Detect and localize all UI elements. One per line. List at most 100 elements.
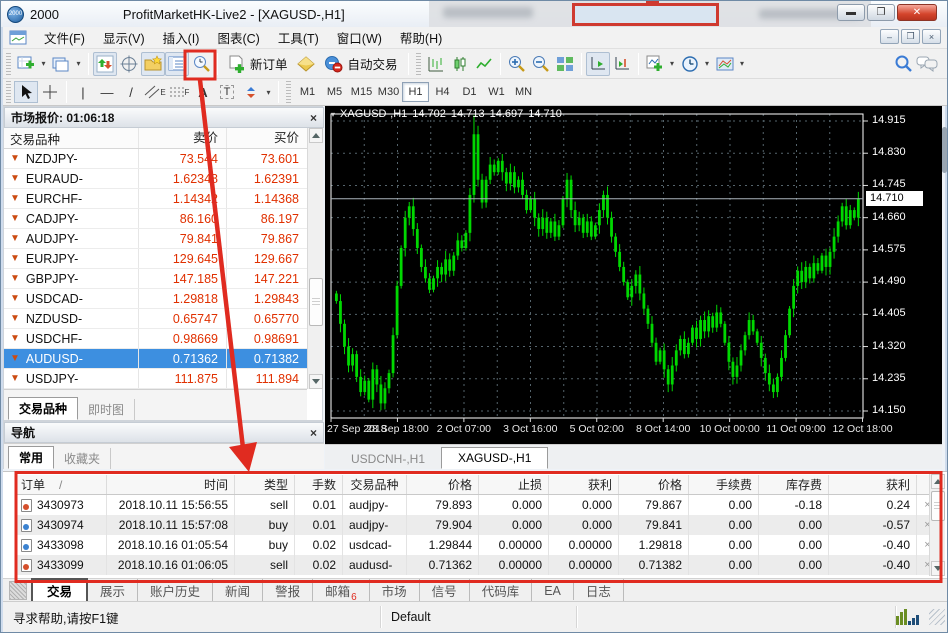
indicators-dropdown-icon[interactable]: ▾ (667, 52, 678, 76)
scroll-up-button[interactable] (931, 474, 945, 489)
line-chart-button[interactable] (472, 52, 496, 76)
time-scale[interactable]: 27 Sep 2018 28 Sep 18:00 2 Oct 07:00 3 Oct … (325, 423, 942, 439)
column-0[interactable]: 订单 / (15, 475, 107, 494)
market-watch-column-header[interactable]: 交易品种 卖价 买价 (4, 128, 307, 149)
timeframe-w1[interactable]: W1 (483, 82, 510, 102)
market-watch-row[interactable]: ▼ CADJPY- 86.160 86.197 (4, 209, 307, 229)
column-4[interactable]: 交易品种 (343, 475, 407, 494)
equidistant-channel-button[interactable]: E (143, 81, 167, 103)
timeframe-h4[interactable]: H4 (429, 82, 456, 102)
zoom-in-button[interactable] (505, 52, 529, 76)
data-window-button[interactable] (117, 52, 141, 76)
menu-item-0[interactable]: 文件(F) (35, 26, 94, 49)
navigator-button[interactable] (141, 51, 165, 76)
candlestick-chart-button[interactable] (448, 52, 472, 76)
autotrade-button[interactable]: 自动交易 (318, 52, 404, 76)
timeframe-m1[interactable]: M1 (294, 82, 321, 102)
terminal-tab-新闻[interactable]: 新闻 (213, 579, 264, 602)
column-1[interactable]: 时间 (107, 475, 235, 494)
terminal-tab-交易[interactable]: 交易 (31, 578, 89, 603)
scroll-down-button[interactable] (309, 374, 323, 389)
market-watch-scrollbar[interactable] (307, 128, 323, 389)
column-11[interactable]: 获利 (829, 475, 917, 494)
market-watch-row[interactable]: ▼ NZDJPY- 73.544 73.601 (4, 149, 307, 169)
scrollbar-thumb[interactable] (309, 278, 323, 326)
market-watch-row[interactable]: ▼ EURCHF- 1.14342 1.14368 (4, 189, 307, 209)
bar-chart-button[interactable] (424, 52, 448, 76)
timeframe-h1[interactable]: H1 (402, 82, 429, 102)
profiles-dropdown-icon[interactable]: ▾ (73, 52, 84, 76)
column-symbol[interactable]: 交易品种 (4, 128, 139, 148)
tab-即时图[interactable]: 即时图 (78, 399, 136, 420)
column-bid[interactable]: 卖价 (139, 128, 227, 148)
terminal-tab-市场[interactable]: 市场 (370, 579, 420, 602)
scrollbar-thumb[interactable] (931, 491, 945, 521)
chart-tab[interactable]: USDCNH-,H1 (335, 449, 441, 469)
navigator-titlebar[interactable]: 导航 × (4, 422, 324, 443)
market-watch-row[interactable]: ▼ EURJPY- 129.645 129.667 (4, 249, 307, 269)
market-watch-row[interactable]: ▼ NZDUSD- 0.65747 0.65770 (4, 309, 307, 329)
vertical-line-button[interactable]: | (71, 81, 95, 103)
new-order-button[interactable]: 新订单 (222, 52, 294, 76)
chart-dropdown-icon[interactable]: ▾ (331, 110, 335, 119)
tile-windows-button[interactable] (553, 52, 577, 76)
order-row[interactable]: 3433099 2018.10.16 01:06:05 sell 0.02 audusd… (15, 555, 939, 575)
child-restore-button[interactable]: ❒ (901, 29, 920, 44)
terminal-tab-日志[interactable]: 日志 (574, 579, 624, 602)
menu-item-3[interactable]: 图表(C) (208, 26, 268, 49)
column-8[interactable]: 价格 (619, 475, 689, 494)
toolbar-grip[interactable] (6, 52, 11, 75)
terminal-tab-账户历史[interactable]: 账户历史 (138, 579, 214, 602)
close-button[interactable]: ✕ (897, 4, 937, 21)
child-close-button[interactable]: × (922, 29, 941, 44)
scroll-up-button[interactable] (309, 128, 323, 143)
chart-scrollbar-thumb[interactable] (942, 127, 947, 173)
column-9[interactable]: 手续费 (689, 475, 759, 494)
terminal-tab-展示[interactable]: 展示 (88, 579, 139, 602)
tab-收藏夹[interactable]: 收藏夹 (54, 448, 112, 469)
strategy-tester-button[interactable] (189, 52, 213, 76)
column-7[interactable]: 获利 (549, 475, 619, 494)
scroll-down-button[interactable] (931, 561, 945, 576)
toolbox-grip-icon[interactable] (9, 581, 27, 600)
resize-grip[interactable] (929, 609, 945, 625)
toolbar-grip[interactable] (286, 81, 291, 103)
community-chat-icon[interactable] (915, 52, 939, 76)
profiles-button[interactable] (49, 52, 73, 76)
arrows-dropdown-icon[interactable]: ▾ (263, 80, 274, 104)
trendline-button[interactable]: / (119, 81, 143, 103)
terminal-button[interactable] (165, 51, 189, 76)
terminal-tab-警报[interactable]: 警报 (263, 579, 314, 602)
indicators-button[interactable] (643, 52, 667, 76)
menu-item-2[interactable]: 插入(I) (154, 26, 209, 49)
new-chart-dropdown-icon[interactable]: ▾ (38, 52, 49, 76)
terminal-scrollbar[interactable] (929, 474, 945, 576)
terminal-tab-邮箱[interactable]: 邮箱6 (313, 579, 370, 603)
terminal-tab-代码库[interactable]: 代码库 (470, 579, 533, 602)
navigator-close-icon[interactable]: × (310, 426, 317, 440)
timeframe-mn[interactable]: MN (510, 82, 537, 102)
order-row[interactable]: 3433098 2018.10.16 01:05:54 buy 0.02 usdcad-… (15, 535, 939, 555)
templates-dropdown-icon[interactable]: ▾ (737, 52, 748, 76)
menu-item-1[interactable]: 显示(V) (94, 26, 154, 49)
timeframe-m30[interactable]: M30 (375, 82, 402, 102)
market-watch-row[interactable]: ▼ GBPJPY- 147.185 147.221 (4, 269, 307, 289)
market-watch-button[interactable] (93, 51, 117, 76)
menu-item-5[interactable]: 窗口(W) (328, 26, 391, 49)
timeframe-m5[interactable]: M5 (321, 82, 348, 102)
market-watch-row[interactable]: ▼ USDCHF- 0.98669 0.98691 (4, 329, 307, 349)
horizontal-line-button[interactable]: — (95, 81, 119, 103)
terminal-table-header[interactable]: 订单 / 时间 类型 手数 交易品种 价格 止损 获利 价格 手续费 库存费 获利 (15, 475, 939, 495)
market-watch-close-icon[interactable]: × (310, 111, 317, 125)
minimize-button[interactable]: ▬ (837, 4, 865, 21)
order-row[interactable]: 3430974 2018.10.11 15:57:08 buy 0.01 audjpy-… (15, 515, 939, 535)
metaeditor-button[interactable] (294, 52, 318, 76)
auto-scroll-button[interactable] (585, 51, 610, 76)
market-watch-row[interactable]: ▼ AUDJPY- 79.841 79.867 (4, 229, 307, 249)
candlestick-chart[interactable] (325, 106, 942, 444)
tab-交易品种[interactable]: 交易品种 (8, 397, 79, 420)
text-label-button[interactable]: T (215, 81, 239, 103)
market-watch-row[interactable]: ▼ USDCAD- 1.29818 1.29843 (4, 289, 307, 309)
order-row[interactable]: 3430973 2018.10.11 15:56:55 sell 0.01 audjpy… (15, 495, 939, 515)
timeframe-m15[interactable]: M15 (348, 82, 375, 102)
